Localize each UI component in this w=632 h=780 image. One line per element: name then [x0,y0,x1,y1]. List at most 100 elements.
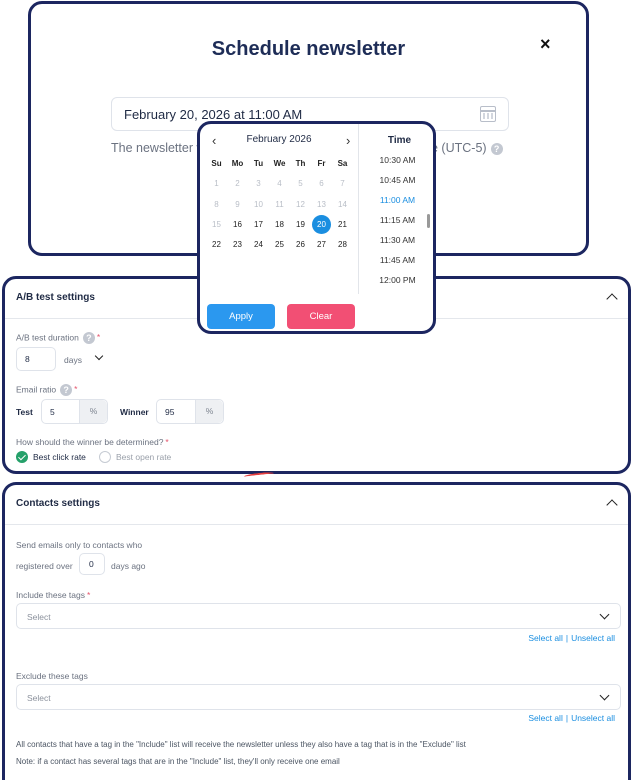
day-cell: 11 [275,199,284,209]
include-tags-label: Include these tags * [16,590,91,600]
contacts-panel-title: Contacts settings [16,498,100,509]
apply-button[interactable]: Apply [207,304,275,329]
chevron-down-icon [599,690,610,701]
timezone-note-start: The newsletter w [111,141,206,155]
day-cell: 12 [296,199,305,209]
day-cell[interactable]: 24 [248,235,269,255]
day-cell[interactable]: 26 [290,235,311,255]
include-select-links: Select all | Unselect all [528,633,615,643]
day-cell[interactable]: 16 [227,215,248,235]
exclude-select-all-link[interactable]: Select all [528,713,563,723]
time-option[interactable]: 12:15 PM [359,290,433,294]
day-cell: 2 [235,179,240,189]
modal-title: Schedule newsletter [211,38,406,60]
day-cell[interactable]: 17 [248,215,269,235]
time-option[interactable]: 11:15 AM [359,210,433,230]
close-icon[interactable]: × [540,34,551,55]
include-unselect-all-link[interactable]: Unselect all [571,633,615,643]
ab-panel-title: A/B test settings [16,292,95,303]
test-label: Test [16,407,33,417]
weekday-label: Mo [231,159,244,168]
time-option[interactable]: 11:45 AM [359,250,433,270]
day-cell-selected[interactable]: 20 [311,215,332,235]
contacts-panel-header[interactable]: Contacts settings [5,485,628,525]
day-cell[interactable]: 22 [206,235,227,255]
day-cell: 15 [212,219,221,229]
weekday-label: Fr [317,159,326,168]
schedule-date-value: February 20, 2026 at 11:00 AM [124,107,303,122]
timezone-note-end: e (UTC-5)? [431,141,503,155]
time-list[interactable]: Time 10:30 AM 10:45 AM 11:00 AM 11:15 AM 11:… [358,124,433,294]
day-cell: 5 [298,179,303,189]
exclude-tags-select[interactable]: Select [16,684,621,710]
exclude-tags-label: Exclude these tags [16,671,88,681]
chevron-down-icon [599,609,610,620]
month-label: February 2026 [246,134,312,145]
day-grid: Su Mo Tu We Th Fr Sa 1 2 3 4 5 6 7 8 9 10 11 12 13 14 15 16 17 1… [206,154,354,255]
registered-suffix: days ago [111,561,146,571]
clear-button[interactable]: Clear [287,304,355,329]
day-cell: 1 [214,179,219,189]
registered-days-input[interactable]: 0 [79,553,105,575]
day-cell[interactable]: 25 [269,235,290,255]
day-cell: 10 [254,199,263,209]
percent-suffix: % [195,400,223,423]
test-ratio-input[interactable]: 5% [41,399,108,424]
registered-prefix: registered over [16,561,73,571]
chevron-down-icon [94,351,104,361]
winner-ratio-input[interactable]: 95% [156,399,224,424]
exclude-unselect-all-link[interactable]: Unselect all [571,713,615,723]
time-option[interactable]: 10:45 AM [359,170,433,190]
next-month-icon[interactable]: › [346,133,350,148]
day-cell[interactable]: 23 [227,235,248,255]
contacts-settings-panel: Contacts settings Send emails only to co… [2,482,631,780]
winner-label: Winner [120,407,149,417]
include-select-all-link[interactable]: Select all [528,633,563,643]
time-option[interactable]: 11:00 AM [359,190,433,210]
day-cell[interactable]: 28 [332,235,353,255]
day-cell[interactable]: 18 [269,215,290,235]
day-cell: 3 [256,179,261,189]
weekday-label: We [273,159,286,168]
check-icon [16,451,28,463]
email-ratio-label: Email ratio? * [16,384,78,396]
weekday-label: Th [295,159,306,168]
day-cell: 8 [214,199,219,209]
include-exclude-note: All contacts that have a tag in the "Inc… [16,740,466,749]
chevron-up-icon[interactable] [606,499,618,511]
ab-duration-input[interactable]: 8 [16,347,56,371]
calendar-area: ‹ February 2026 › Su Mo Tu We Th Fr Sa 1 2 3 4 5 6 7 8… [200,124,358,294]
time-option[interactable]: 10:30 AM [359,150,433,170]
day-cell: 4 [277,179,282,189]
datepicker-popover: ‹ February 2026 › Su Mo Tu We Th Fr Sa 1 2 3 4 5 6 7 8… [197,121,436,334]
winner-question-label: How should the winner be determined? * [16,437,169,447]
time-option[interactable]: 11:30 AM [359,230,433,250]
help-icon[interactable]: ? [60,384,73,396]
day-cell[interactable]: 27 [311,235,332,255]
ab-duration-label: A/B test duration? * [16,332,101,344]
multiple-tags-note: Note: if a contact has several tags that… [16,757,340,766]
weekday-label: Sa [337,159,348,168]
day-cell: 7 [340,179,345,189]
day-cell: 13 [317,199,326,209]
time-scrollbar[interactable] [427,214,430,228]
calendar-icon[interactable] [480,106,496,122]
exclude-select-links: Select all | Unselect all [528,713,615,723]
day-cell: 6 [319,179,324,189]
day-cell[interactable]: 19 [290,215,311,235]
weekday-label: Tu [253,159,264,168]
include-tags-select[interactable]: Select [16,603,621,629]
weekday-label: Su [211,159,222,168]
day-cell[interactable]: 21 [332,215,353,235]
send-only-label: Send emails only to contacts who [16,540,143,550]
percent-suffix: % [79,400,107,423]
radio-circle [99,451,111,463]
time-option[interactable]: 12:00 PM [359,270,433,290]
help-icon[interactable]: ? [490,142,503,155]
help-icon[interactable]: ? [82,332,95,344]
time-header: Time [387,135,412,146]
duration-unit-select[interactable]: days [64,351,104,365]
chevron-up-icon[interactable] [606,293,618,305]
day-cell: 14 [338,199,347,209]
day-cell: 9 [235,199,240,209]
